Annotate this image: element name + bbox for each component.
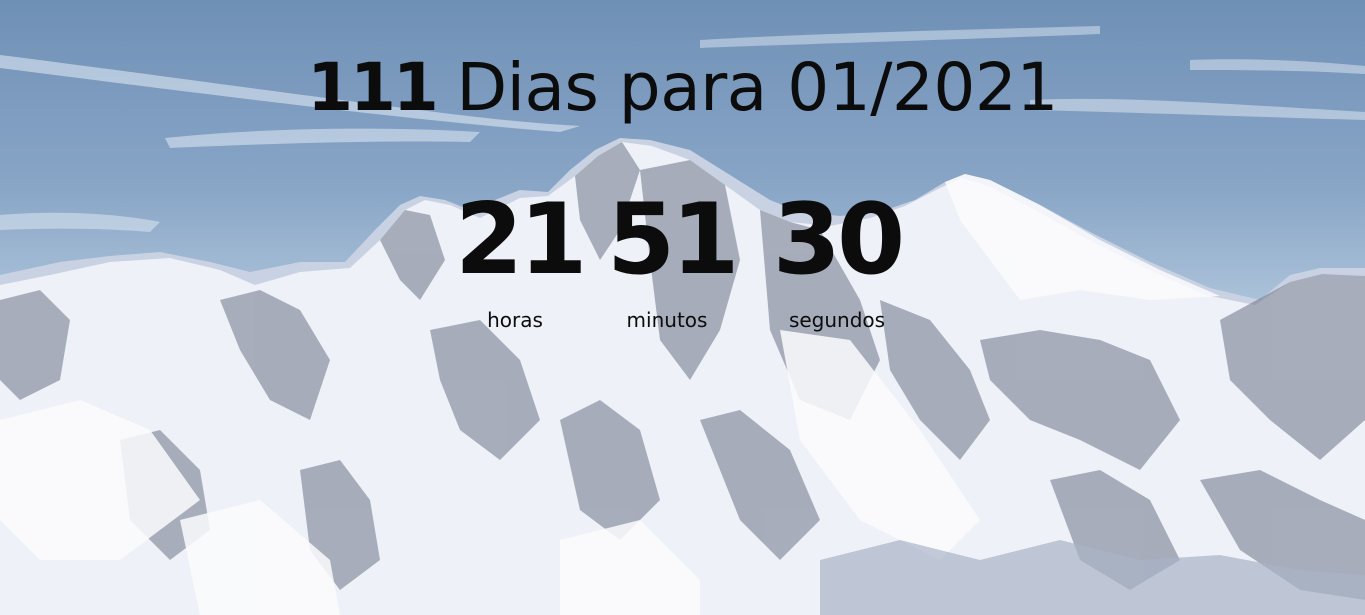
countdown-page: 111 Dias para 01/2021 21 horas 51 minuto… — [0, 0, 1365, 615]
countdown-overlay: 111 Dias para 01/2021 21 horas 51 minuto… — [0, 0, 1365, 615]
seconds-unit: 30 segundos — [767, 190, 907, 332]
headline-target-date: Dias para 01/2021 — [456, 49, 1058, 126]
minutes-unit: 51 minutos — [607, 183, 739, 332]
minutes-value: 51 — [607, 183, 739, 297]
countdown-headline: 111 Dias para 01/2021 — [0, 50, 1365, 126]
seconds-label: segundos — [788, 308, 886, 332]
minutes-label: minutos — [626, 308, 708, 332]
days-count: 111 — [307, 49, 439, 126]
hours-value: 21 — [455, 183, 587, 297]
hours-label: horas — [487, 308, 543, 332]
hours-unit: 21 horas — [455, 183, 587, 332]
seconds-value: 30 — [772, 183, 905, 297]
